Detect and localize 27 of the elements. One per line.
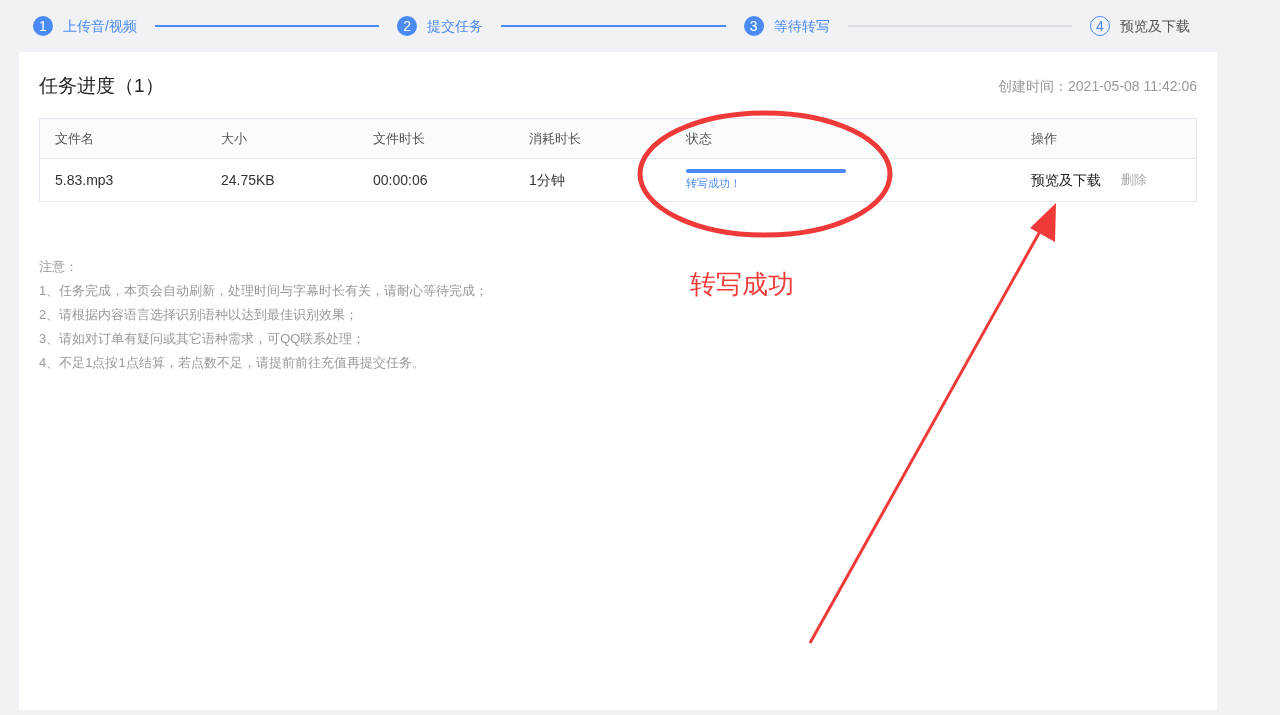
column-header: 操作 xyxy=(1031,129,1058,148)
table-cell-text: 1分钟 xyxy=(529,170,566,190)
note-line: 3、请如对订单有疑问或其它语种需求，可QQ联系处理； xyxy=(39,330,366,348)
table-cell-text: 24.75KB xyxy=(221,170,276,190)
table-cell-text: 5.83.mp3 xyxy=(55,170,115,190)
table-cell-text: 00:00:06 xyxy=(373,170,429,190)
column-header: 文件名 xyxy=(55,129,95,148)
step-number: 1 xyxy=(33,16,53,36)
step-label: 上传音/视频 xyxy=(63,16,137,36)
column-header: 文件时长 xyxy=(373,129,426,148)
preview-download-link[interactable]: 预览及下载 xyxy=(1031,169,1101,191)
column-header: 状态 xyxy=(686,129,713,148)
column-header: 大小 xyxy=(221,129,248,148)
step-label: 预览及下载 xyxy=(1120,16,1190,36)
step-label: 等待转写 xyxy=(773,16,830,36)
step-label: 提交任务 xyxy=(427,16,484,36)
step-number: 2 xyxy=(397,16,418,36)
note-line: 4、不足1点按1点结算，若点数不足，请提前前往充值再提交任务。 xyxy=(39,354,425,372)
task-title: 任务进度（1） xyxy=(39,73,164,98)
notes-heading: 注意： xyxy=(39,258,78,276)
created-time: 创建时间：2021-05-08 11:42:06 xyxy=(998,76,1197,96)
status-text: 转写成功！ xyxy=(686,176,742,192)
annotation-text: 转写成功 xyxy=(690,268,794,301)
note-line: 1、任务完成，本页会自动刷新，处理时间与字幕时长有关，请耐心等待完成； xyxy=(39,282,489,300)
column-header: 消耗时长 xyxy=(529,129,582,148)
step-number: 3 xyxy=(743,16,764,36)
note-line: 2、请根据内容语言选择识别语种以达到最佳识别效果； xyxy=(39,306,359,324)
